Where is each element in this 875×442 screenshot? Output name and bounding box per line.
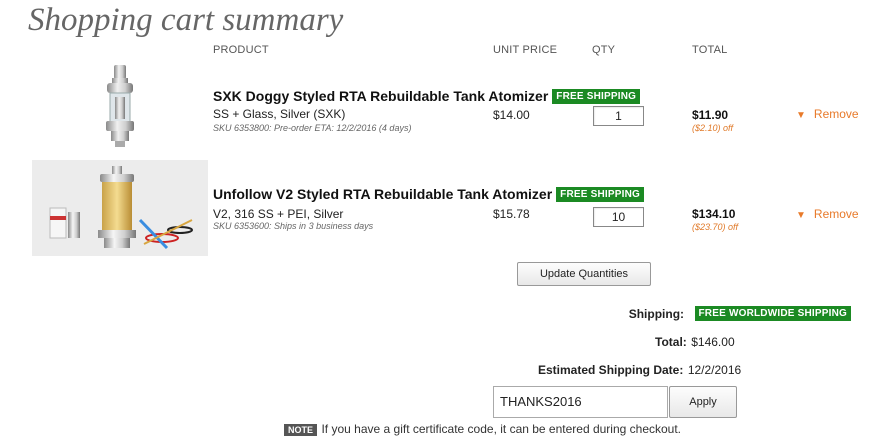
note-tag: NOTE (284, 424, 318, 436)
coupon-code-input[interactable]: THANKS2016 (493, 386, 668, 418)
cart-item-1-sku: SKU 6353800: Pre-order ETA: 12/2/2016 (4… (213, 123, 412, 133)
atomizer-kit-image-icon (32, 160, 208, 256)
cart-item-1-unit-price: $14.00 (493, 108, 530, 122)
free-worldwide-shipping-badge: FREE WORLDWIDE SHIPPING (694, 306, 851, 321)
remove-label: Remove (813, 107, 859, 121)
cart-item-2-remove-button[interactable]: ▼ Remove (796, 207, 859, 221)
cart-item-1-variant: SS + Glass, Silver (SXK) (213, 107, 346, 121)
note-text: If you have a gift certificate code, it … (321, 422, 682, 436)
product-image-unfollow-v2[interactable] (32, 160, 208, 256)
column-header-product: PRODUCT (213, 44, 269, 56)
free-shipping-badge: FREE SHIPPING (556, 187, 644, 202)
cart-item-1-discount: ($2.10) off (692, 123, 734, 133)
remove-label: Remove (813, 207, 859, 221)
shipping-summary-row: Shipping: FREE WORLDWIDE SHIPPING (629, 305, 851, 323)
product-name[interactable]: SXK Doggy Styled RTA Rebuildable Tank At… (213, 88, 548, 104)
atomizer-image-icon (106, 65, 134, 147)
cart-item-2-discount: ($23.70) off (692, 222, 739, 232)
cart-item-2-sku: SKU 6353600: Ships in 3 business days (213, 221, 374, 231)
shipping-label: Shipping: (628, 307, 685, 321)
column-header-qty: QTY (592, 44, 616, 56)
cart-item-2-unit-price: $15.78 (493, 207, 530, 221)
apply-coupon-button[interactable]: Apply (669, 386, 737, 418)
page-title: Shopping cart summary (28, 2, 344, 38)
cart-item-1-name[interactable]: SXK Doggy Styled RTA Rebuildable Tank At… (213, 88, 641, 104)
cart-item-1-total: $11.90 (692, 108, 729, 122)
cart-item-2-qty-input[interactable]: 10 (593, 207, 644, 227)
cart-item-2-variant: V2, 316 SS + PEI, Silver (213, 207, 344, 221)
estimated-shipping-label: Estimated Shipping Date: (538, 363, 684, 377)
update-quantities-button[interactable]: Update Quantities (517, 262, 651, 286)
estimated-shipping-row: Estimated Shipping Date: 12/2/2016 (538, 361, 741, 379)
total-value: $146.00 (691, 335, 735, 349)
product-image-sxk-doggy[interactable] (95, 63, 145, 155)
column-header-unit-price: UNIT PRICE (493, 44, 558, 56)
total-summary-row: Total: $146.00 (655, 333, 735, 351)
triangle-down-icon: ▼ (796, 210, 806, 221)
free-shipping-badge: FREE SHIPPING (552, 89, 641, 104)
cart-item-2-name[interactable]: Unfollow V2 Styled RTA Rebuildable Tank … (213, 186, 644, 202)
cart-item-1-remove-button[interactable]: ▼ Remove (796, 107, 859, 121)
cart-item-1-qty-input[interactable]: 1 (593, 106, 644, 126)
total-label: Total: (655, 335, 687, 349)
estimated-shipping-value: 12/2/2016 (687, 363, 742, 377)
cart-item-2-total: $134.10 (692, 207, 736, 221)
product-name[interactable]: Unfollow V2 Styled RTA Rebuildable Tank … (213, 186, 552, 202)
column-header-total: TOTAL (692, 44, 728, 56)
gift-certificate-note: NOTE If you have a gift certificate code… (284, 420, 681, 438)
triangle-down-icon: ▼ (796, 110, 806, 121)
